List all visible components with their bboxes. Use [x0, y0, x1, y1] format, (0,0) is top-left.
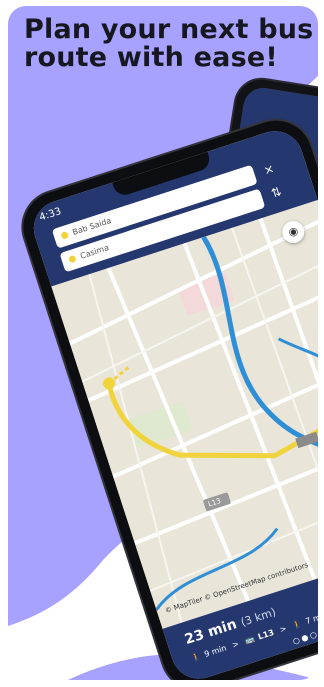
origin-text: Bab Saida — [71, 216, 113, 238]
headline-line-2: route with ease! — [24, 42, 278, 73]
destination-text: Casima — [79, 243, 111, 261]
destination-marker-icon — [67, 254, 77, 264]
promo-card: Plan your next bus route with ease! 4:33… — [8, 6, 318, 680]
headline: Plan your next bus route with ease! — [24, 14, 314, 73]
bus-icon: 🚌 — [243, 634, 256, 646]
walk-icon-2: 🚶 — [291, 618, 304, 631]
walk-leg-2: 7 min — [304, 610, 318, 627]
app-store-screenshot: Plan your next bus route with ease! 4:33… — [0, 0, 324, 687]
layers-icon: ◉ — [286, 223, 300, 240]
bus-line-badge: L13 — [256, 627, 276, 642]
walk-icon: 🚶 — [189, 651, 203, 664]
origin-marker-icon — [60, 230, 70, 240]
leg-separator-1: > — [231, 639, 241, 650]
walk-leg-1: 9 min — [203, 643, 228, 659]
status-time: 4:33 — [37, 206, 63, 224]
swap-icon[interactable]: ⇅ — [269, 184, 283, 200]
close-icon[interactable]: × — [262, 161, 276, 177]
headline-line-1: Plan your next bus — [24, 14, 314, 45]
leg-separator-2: > — [278, 623, 288, 635]
distance-value: (3 km) — [239, 605, 278, 629]
